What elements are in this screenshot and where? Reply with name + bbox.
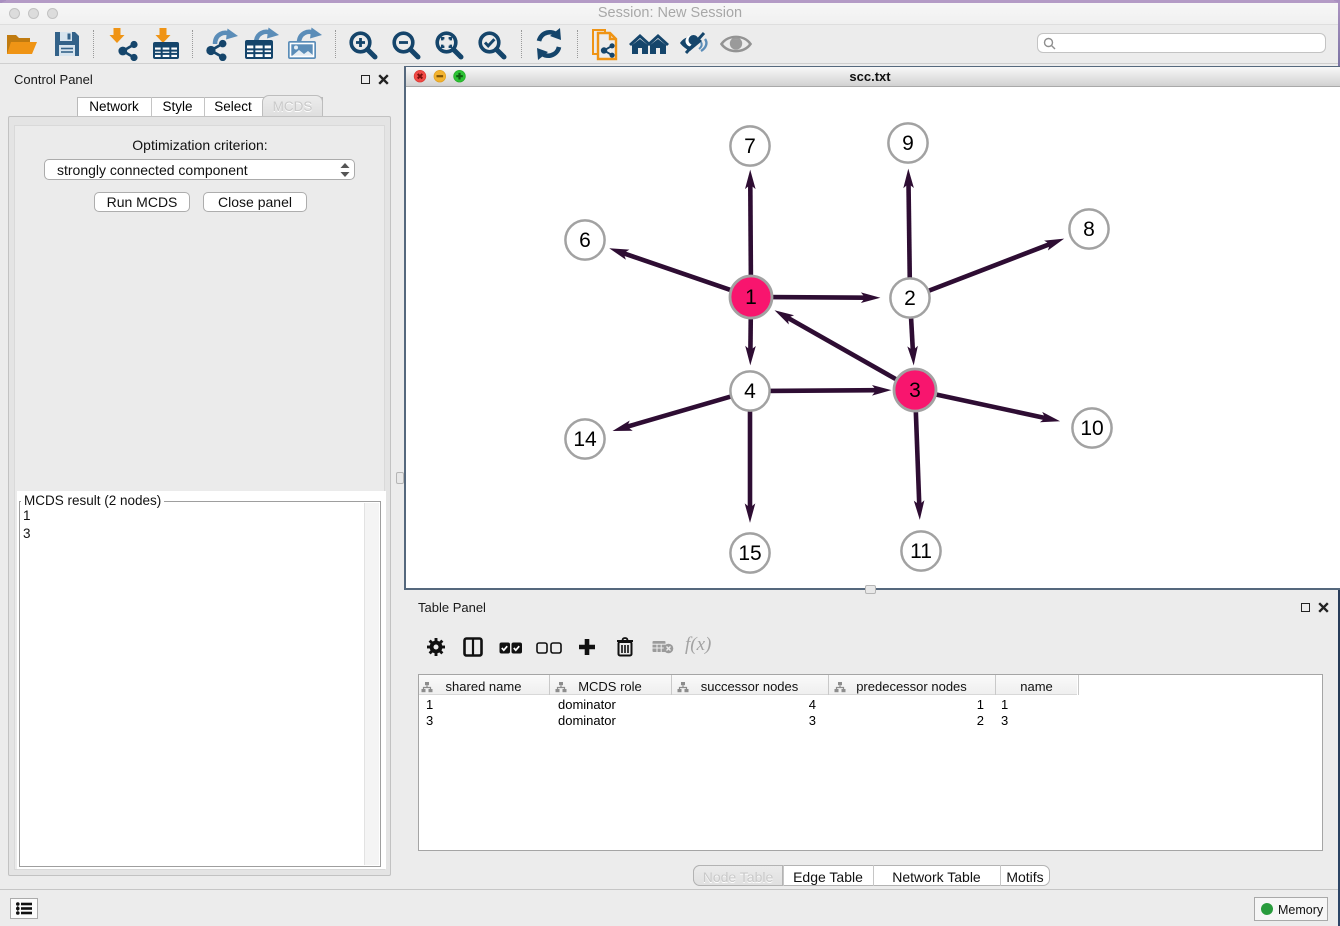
svg-text:8: 8 [1083,218,1095,241]
svg-text:15: 15 [738,542,761,565]
svg-text:11: 11 [910,540,932,563]
svg-text:10: 10 [1080,417,1103,440]
svg-text:4: 4 [744,380,756,403]
svg-text:2: 2 [904,287,916,310]
svg-text:14: 14 [573,428,597,451]
svg-text:3: 3 [909,379,921,402]
svg-text:7: 7 [744,135,756,158]
svg-text:6: 6 [579,229,591,252]
svg-text:1: 1 [745,286,757,309]
svg-text:9: 9 [902,132,914,155]
